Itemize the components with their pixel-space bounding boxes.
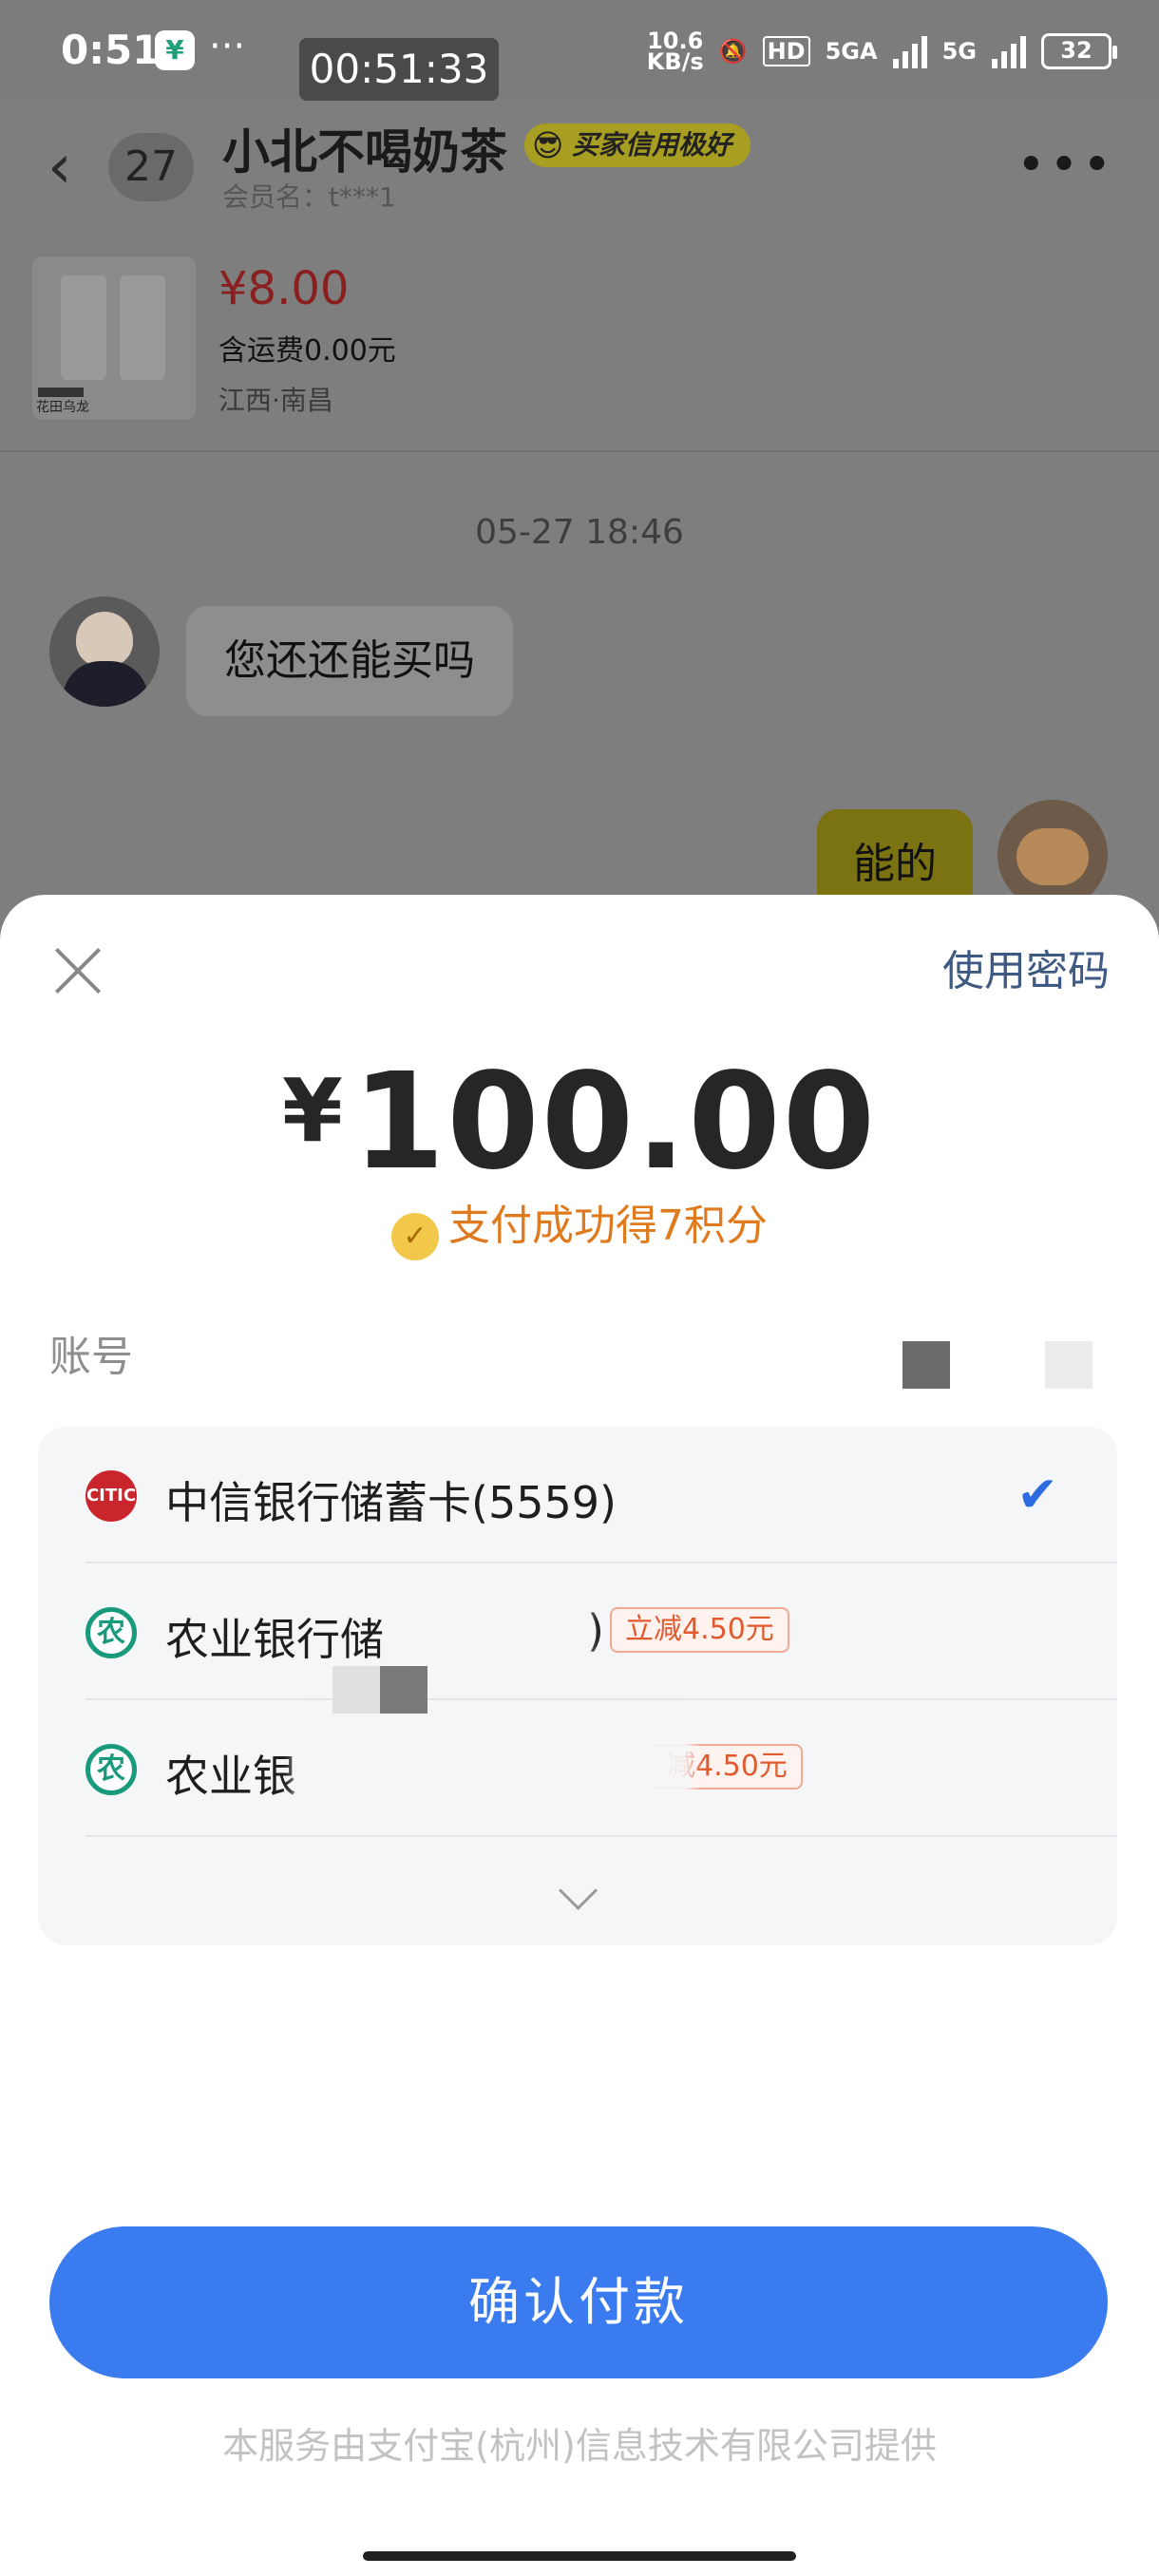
checkmark-icon: ✔ — [1016, 1467, 1058, 1524]
thumbnail-strip — [38, 388, 84, 397]
card-name: 中信银行储蓄卡(5559) — [165, 1477, 617, 1528]
shipping-fee: 含运费0.00元 — [218, 334, 396, 368]
citic-bank-icon: CITIC — [86, 1470, 137, 1522]
redaction-block — [332, 1666, 380, 1714]
confirm-payment-button[interactable]: 确认付款 — [49, 2226, 1108, 2378]
amount-value: 100.00 — [352, 1045, 878, 1200]
blur-redaction — [294, 1710, 694, 1814]
card-name: 农业银行储 — [165, 1614, 384, 1665]
product-location: 江西·南昌 — [218, 385, 333, 416]
use-password-link[interactable]: 使用密码 — [942, 937, 1110, 997]
member-name: 会员名：t***1 — [222, 181, 396, 213]
currency-symbol: ¥ — [281, 1060, 343, 1162]
points-text: 支付成功得7积分 — [448, 1202, 768, 1250]
credit-badge: 买家信用极好 — [524, 123, 751, 167]
mute-icon: 🔕 — [718, 38, 748, 65]
redaction-block — [380, 1666, 428, 1714]
card-name-tail: ) — [587, 1605, 604, 1657]
status-bar: 0:51 ¥ ··· 00:51:33 10.6 KB/s 🔕 HD 5GA 5… — [0, 0, 1159, 101]
discount-badge: 立减4.50元 — [610, 1607, 789, 1653]
points-reward: ✓ 支付成功得7积分 — [0, 1191, 1159, 1260]
seller-name: 小北不喝奶茶 — [222, 124, 507, 180]
abc-bank-icon: 农 — [86, 1744, 137, 1795]
card-name: 农业银 — [165, 1751, 296, 1802]
service-provider-note: 本服务由支付宝(杭州)信息技术有限公司提供 — [222, 2425, 937, 2467]
cup-image — [61, 275, 106, 380]
signal-icon-2 — [992, 34, 1026, 68]
product-card[interactable]: 花田乌龙 ¥8.00 含运费0.00元 江西·南昌 — [0, 228, 1159, 452]
unread-count-badge[interactable]: 27 — [108, 133, 194, 201]
expand-chevron-icon[interactable] — [38, 1871, 1117, 1928]
blur-redaction — [399, 1569, 589, 1683]
network-speed: 10.6 KB/s — [646, 28, 704, 75]
screen: 0:51 ¥ ··· 00:51:33 10.6 KB/s 🔕 HD 5GA 5… — [0, 0, 1159, 2576]
chat-timestamp: 05-27 18:46 — [475, 513, 684, 552]
product-thumbnail[interactable]: 花田乌龙 — [32, 256, 196, 420]
buyer-avatar[interactable] — [49, 597, 160, 707]
status-icons: 10.6 KB/s 🔕 HD 5GA 5G 32 — [646, 27, 1117, 76]
divider — [86, 1835, 1117, 1837]
seller-avatar[interactable] — [998, 800, 1108, 910]
recording-timer: 00:51:33 — [299, 38, 499, 101]
battery-icon: 32 — [1041, 33, 1117, 69]
bank-app-icon: ¥ — [155, 30, 195, 70]
status-time: 0:51 — [61, 27, 161, 73]
payment-sheet: 使用密码 ¥100.00 ✓ 支付成功得7积分 账号 CITIC 中信银行储蓄卡(… — [0, 895, 1159, 2576]
chat-header: ‹ 27 小北不喝奶茶 买家信用极好 会员名：t***1 ••• — [0, 99, 1159, 222]
status-more-icon: ··· — [209, 25, 246, 68]
product-price: ¥8.00 — [218, 262, 350, 315]
payment-option-citic[interactable]: CITIC 中信银行储蓄卡(5559) ✔ — [38, 1427, 1117, 1563]
redaction-block — [902, 1341, 950, 1389]
close-icon[interactable] — [49, 940, 106, 997]
coin-icon: ✓ — [391, 1213, 439, 1260]
payment-method-list: CITIC 中信银行储蓄卡(5559) ✔ 农 农业银行储 ) 立减4.50元 … — [38, 1427, 1117, 1945]
redaction-block — [1045, 1341, 1092, 1389]
back-arrow-icon[interactable]: ‹ — [48, 137, 72, 198]
signal-label-1: 5GA — [825, 38, 878, 65]
cup-image — [120, 275, 165, 380]
message-bubble-left[interactable]: 您还还能买吗 — [186, 606, 513, 716]
abc-bank-icon: 农 — [86, 1607, 137, 1658]
more-options-icon[interactable]: ••• — [1016, 137, 1115, 194]
thumbnail-tag: 花田乌龙 — [36, 400, 89, 415]
hd-icon: HD — [762, 36, 810, 66]
payment-amount: ¥100.00 — [0, 1045, 1159, 1200]
signal-label-2: 5G — [941, 38, 977, 65]
account-label: 账号 — [49, 1333, 133, 1381]
signal-icon — [892, 34, 927, 68]
home-indicator[interactable] — [363, 2551, 796, 2561]
